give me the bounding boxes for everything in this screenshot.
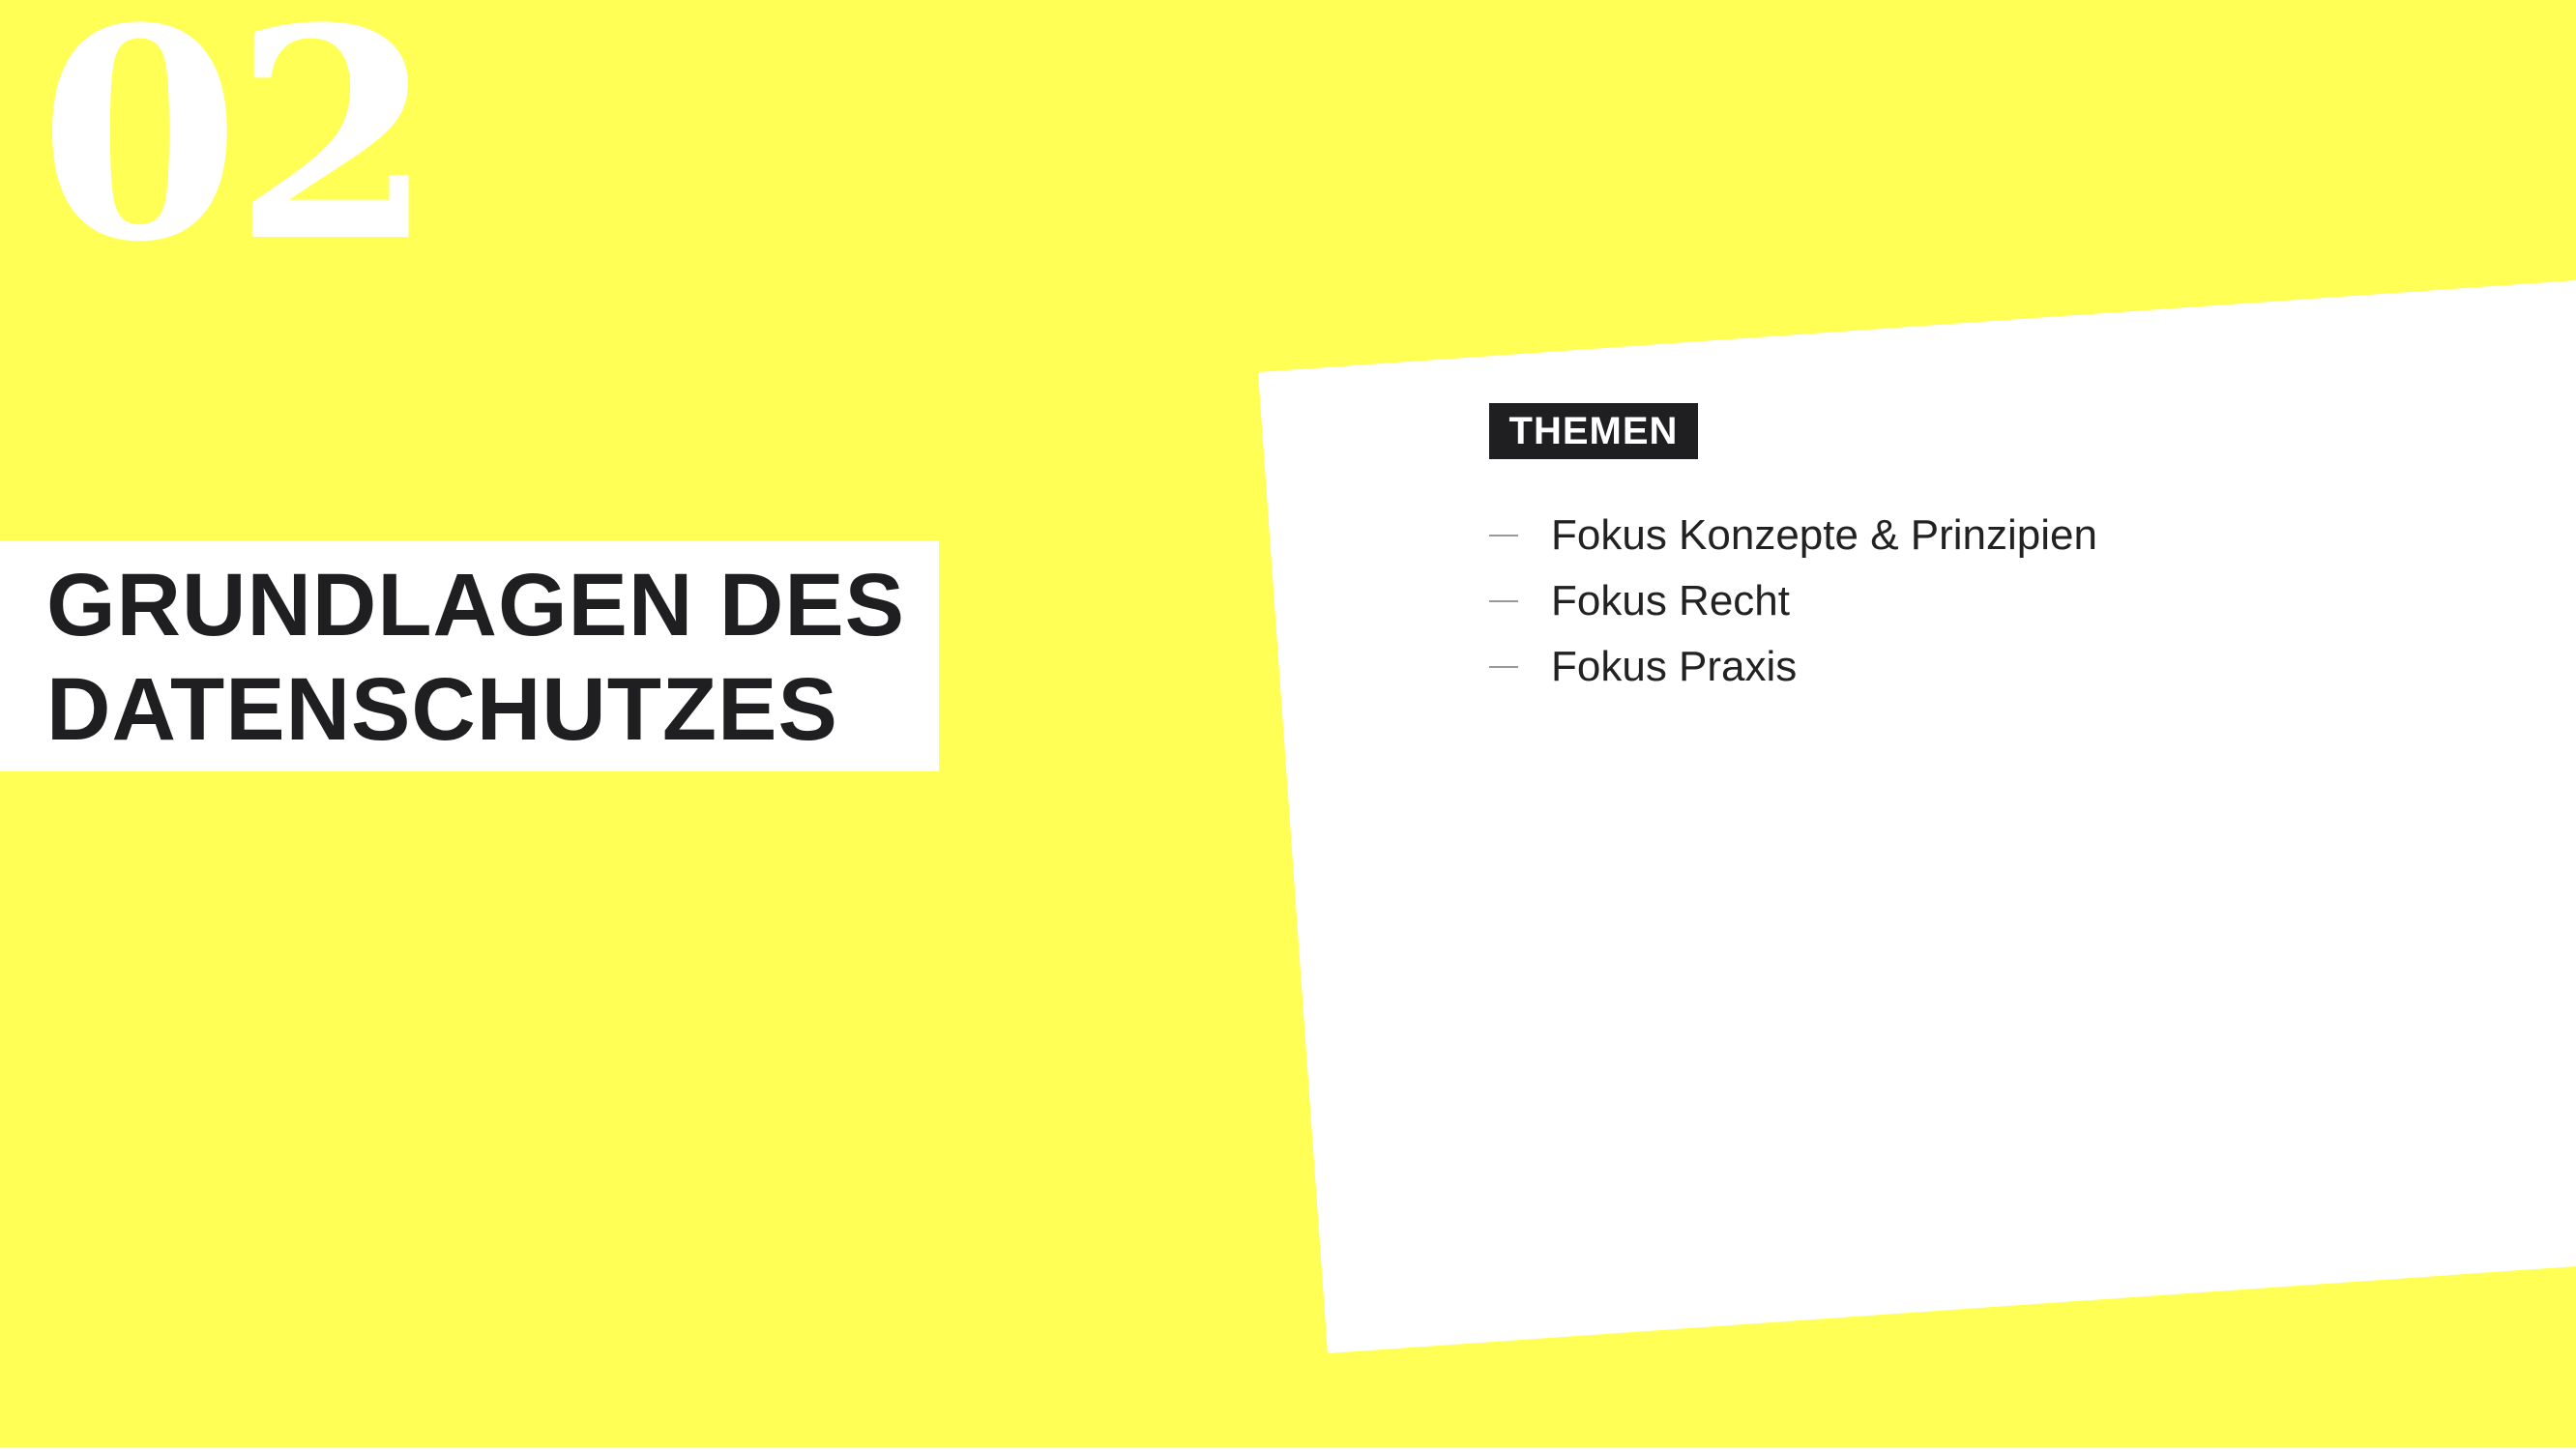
slide-title: GRUNDLAGEN DES DATENSCHUTZES: [46, 556, 906, 759]
slide: 02 GRUNDLAGEN DES DATENSCHUTZES THEMEN F…: [0, 0, 2576, 1450]
dash-icon: [1489, 535, 1518, 536]
topic-label: Fokus Praxis: [1551, 643, 1798, 690]
list-item: Fokus Recht: [1489, 568, 2456, 634]
list-item: Fokus Konzepte & Prinzipien: [1489, 503, 2456, 568]
topics-tag: THEMEN: [1489, 403, 1698, 459]
topic-label: Fokus Konzepte & Prinzipien: [1551, 511, 2097, 559]
content-panel-shape: [1258, 280, 2576, 1353]
dash-icon: [1489, 600, 1518, 602]
topic-label: Fokus Recht: [1551, 577, 1790, 624]
topic-list: Fokus Konzepte & Prinzipien Fokus Recht …: [1489, 503, 2456, 700]
list-item: Fokus Praxis: [1489, 634, 2456, 700]
dash-icon: [1489, 666, 1518, 668]
